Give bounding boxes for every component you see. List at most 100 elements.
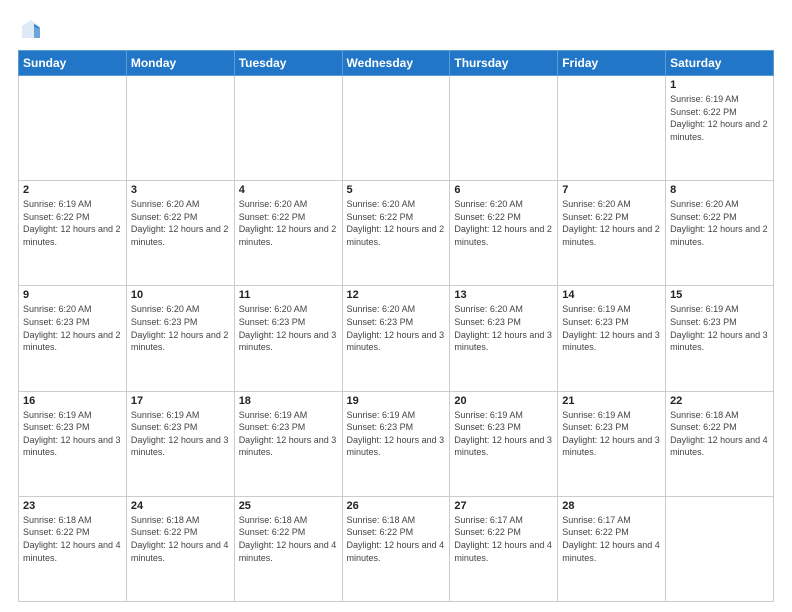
- calendar-cell: 4 Sunrise: 6:20 AM Sunset: 6:22 PM Daylig…: [234, 181, 342, 286]
- calendar-cell: 8 Sunrise: 6:20 AM Sunset: 6:22 PM Daylig…: [666, 181, 774, 286]
- day-info: Sunrise: 6:20 AM Sunset: 6:23 PM Dayligh…: [454, 303, 553, 353]
- day-info: Sunrise: 6:20 AM Sunset: 6:22 PM Dayligh…: [347, 198, 446, 248]
- calendar-cell: [19, 76, 127, 181]
- day-info: Sunrise: 6:19 AM Sunset: 6:23 PM Dayligh…: [454, 409, 553, 459]
- calendar-week-3: 9 Sunrise: 6:20 AM Sunset: 6:23 PM Daylig…: [19, 286, 774, 391]
- day-info: Sunrise: 6:18 AM Sunset: 6:22 PM Dayligh…: [347, 514, 446, 564]
- day-info: Sunrise: 6:17 AM Sunset: 6:22 PM Dayligh…: [454, 514, 553, 564]
- day-info: Sunrise: 6:20 AM Sunset: 6:23 PM Dayligh…: [239, 303, 338, 353]
- day-info: Sunrise: 6:19 AM Sunset: 6:23 PM Dayligh…: [23, 409, 122, 459]
- day-number: 3: [131, 184, 230, 196]
- calendar-cell: 27 Sunrise: 6:17 AM Sunset: 6:22 PM Dayli…: [450, 496, 558, 601]
- calendar-cell: 23 Sunrise: 6:18 AM Sunset: 6:22 PM Dayli…: [19, 496, 127, 601]
- day-number: 26: [347, 500, 446, 512]
- calendar-cell: 6Sunrise: 6:20 AM Sunset: 6:22 PM Daylig…: [450, 181, 558, 286]
- day-info: Sunrise: 6:18 AM Sunset: 6:22 PM Dayligh…: [23, 514, 122, 564]
- calendar-cell: 5 Sunrise: 6:20 AM Sunset: 6:22 PM Daylig…: [342, 181, 450, 286]
- day-info: Sunrise: 6:19 AM Sunset: 6:22 PM Dayligh…: [23, 198, 122, 248]
- day-info: Sunrise: 6:18 AM Sunset: 6:22 PM Dayligh…: [670, 409, 769, 459]
- day-info: Sunrise: 6:20 AM Sunset: 6:23 PM Dayligh…: [131, 303, 230, 353]
- day-number: 8: [670, 184, 769, 196]
- calendar-cell: [450, 76, 558, 181]
- day-number: 27: [454, 500, 553, 512]
- day-info: Sunrise: 6:20 AM Sunset: 6:23 PM Dayligh…: [347, 303, 446, 353]
- calendar-cell: 2 Sunrise: 6:19 AM Sunset: 6:22 PM Daylig…: [19, 181, 127, 286]
- day-number: 1: [670, 79, 769, 91]
- day-info: Sunrise: 6:18 AM Sunset: 6:22 PM Dayligh…: [239, 514, 338, 564]
- calendar-cell: 1 Sunrise: 6:19 AM Sunset: 6:22 PM Daylig…: [666, 76, 774, 181]
- col-header-saturday: Saturday: [666, 51, 774, 76]
- calendar-cell: 20 Sunrise: 6:19 AM Sunset: 6:23 PM Dayli…: [450, 391, 558, 496]
- calendar-cell: 15 Sunrise: 6:19 AM Sunset: 6:23 PM Dayli…: [666, 286, 774, 391]
- calendar-header-row: SundayMondayTuesdayWednesdayThursdayFrid…: [19, 51, 774, 76]
- calendar-cell: 21 Sunrise: 6:19 AM Sunset: 6:23 PM Dayli…: [558, 391, 666, 496]
- calendar-cell: 7Sunrise: 6:20 AM Sunset: 6:22 PM Daylig…: [558, 181, 666, 286]
- day-number: 10: [131, 289, 230, 301]
- calendar-cell: 3 Sunrise: 6:20 AM Sunset: 6:22 PM Daylig…: [126, 181, 234, 286]
- day-info: Sunrise: 6:20 AM Sunset: 6:22 PM Dayligh…: [562, 198, 661, 248]
- day-number: 15: [670, 289, 769, 301]
- day-number: 22: [670, 395, 769, 407]
- day-number: 2: [23, 184, 122, 196]
- logo-icon: [20, 18, 42, 40]
- page: SundayMondayTuesdayWednesdayThursdayFrid…: [0, 0, 792, 612]
- calendar-cell: [666, 496, 774, 601]
- day-info: Sunrise: 6:19 AM Sunset: 6:23 PM Dayligh…: [562, 409, 661, 459]
- calendar-week-4: 16 Sunrise: 6:19 AM Sunset: 6:23 PM Dayli…: [19, 391, 774, 496]
- calendar-week-5: 23 Sunrise: 6:18 AM Sunset: 6:22 PM Dayli…: [19, 496, 774, 601]
- col-header-tuesday: Tuesday: [234, 51, 342, 76]
- calendar-table: SundayMondayTuesdayWednesdayThursdayFrid…: [18, 50, 774, 602]
- day-number: 5: [347, 184, 446, 196]
- day-info: Sunrise: 6:19 AM Sunset: 6:23 PM Dayligh…: [562, 303, 661, 353]
- day-number: 24: [131, 500, 230, 512]
- day-number: 14: [562, 289, 661, 301]
- calendar-cell: [558, 76, 666, 181]
- day-info: Sunrise: 6:20 AM Sunset: 6:22 PM Dayligh…: [239, 198, 338, 248]
- calendar-week-1: 1 Sunrise: 6:19 AM Sunset: 6:22 PM Daylig…: [19, 76, 774, 181]
- day-number: 23: [23, 500, 122, 512]
- day-info: Sunrise: 6:20 AM Sunset: 6:22 PM Dayligh…: [670, 198, 769, 248]
- day-number: 9: [23, 289, 122, 301]
- calendar-cell: 17Sunrise: 6:19 AM Sunset: 6:23 PM Dayli…: [126, 391, 234, 496]
- calendar-cell: 10 Sunrise: 6:20 AM Sunset: 6:23 PM Dayli…: [126, 286, 234, 391]
- day-number: 4: [239, 184, 338, 196]
- day-number: 6: [454, 184, 553, 196]
- header: [18, 18, 774, 40]
- day-info: Sunrise: 6:20 AM Sunset: 6:23 PM Dayligh…: [23, 303, 122, 353]
- day-number: 16: [23, 395, 122, 407]
- calendar-cell: 22 Sunrise: 6:18 AM Sunset: 6:22 PM Dayli…: [666, 391, 774, 496]
- day-info: Sunrise: 6:18 AM Sunset: 6:22 PM Dayligh…: [131, 514, 230, 564]
- day-number: 28: [562, 500, 661, 512]
- day-info: Sunrise: 6:20 AM Sunset: 6:22 PM Dayligh…: [131, 198, 230, 248]
- day-info: Sunrise: 6:19 AM Sunset: 6:23 PM Dayligh…: [239, 409, 338, 459]
- day-number: 19: [347, 395, 446, 407]
- calendar-cell: 12 Sunrise: 6:20 AM Sunset: 6:23 PM Dayli…: [342, 286, 450, 391]
- calendar-cell: 14 Sunrise: 6:19 AM Sunset: 6:23 PM Dayli…: [558, 286, 666, 391]
- col-header-sunday: Sunday: [19, 51, 127, 76]
- day-number: 20: [454, 395, 553, 407]
- calendar-cell: 25 Sunrise: 6:18 AM Sunset: 6:22 PM Dayli…: [234, 496, 342, 601]
- day-info: Sunrise: 6:19 AM Sunset: 6:23 PM Dayligh…: [670, 303, 769, 353]
- day-info: Sunrise: 6:19 AM Sunset: 6:22 PM Dayligh…: [670, 93, 769, 143]
- day-number: 25: [239, 500, 338, 512]
- calendar-cell: 16 Sunrise: 6:19 AM Sunset: 6:23 PM Dayli…: [19, 391, 127, 496]
- calendar-cell: 11Sunrise: 6:20 AM Sunset: 6:23 PM Dayli…: [234, 286, 342, 391]
- calendar-cell: 19 Sunrise: 6:19 AM Sunset: 6:23 PM Dayli…: [342, 391, 450, 496]
- day-number: 12: [347, 289, 446, 301]
- day-info: Sunrise: 6:19 AM Sunset: 6:23 PM Dayligh…: [131, 409, 230, 459]
- day-number: 13: [454, 289, 553, 301]
- calendar-cell: 28 Sunrise: 6:17 AM Sunset: 6:22 PM Dayli…: [558, 496, 666, 601]
- day-info: Sunrise: 6:19 AM Sunset: 6:23 PM Dayligh…: [347, 409, 446, 459]
- col-header-wednesday: Wednesday: [342, 51, 450, 76]
- calendar-cell: 26 Sunrise: 6:18 AM Sunset: 6:22 PM Dayli…: [342, 496, 450, 601]
- calendar-cell: [342, 76, 450, 181]
- calendar-cell: 13 Sunrise: 6:20 AM Sunset: 6:23 PM Dayli…: [450, 286, 558, 391]
- calendar-cell: [234, 76, 342, 181]
- day-info: Sunrise: 6:17 AM Sunset: 6:22 PM Dayligh…: [562, 514, 661, 564]
- calendar-cell: 9 Sunrise: 6:20 AM Sunset: 6:23 PM Daylig…: [19, 286, 127, 391]
- day-number: 18: [239, 395, 338, 407]
- day-number: 21: [562, 395, 661, 407]
- calendar-week-2: 2 Sunrise: 6:19 AM Sunset: 6:22 PM Daylig…: [19, 181, 774, 286]
- calendar-cell: 18 Sunrise: 6:19 AM Sunset: 6:23 PM Dayli…: [234, 391, 342, 496]
- col-header-friday: Friday: [558, 51, 666, 76]
